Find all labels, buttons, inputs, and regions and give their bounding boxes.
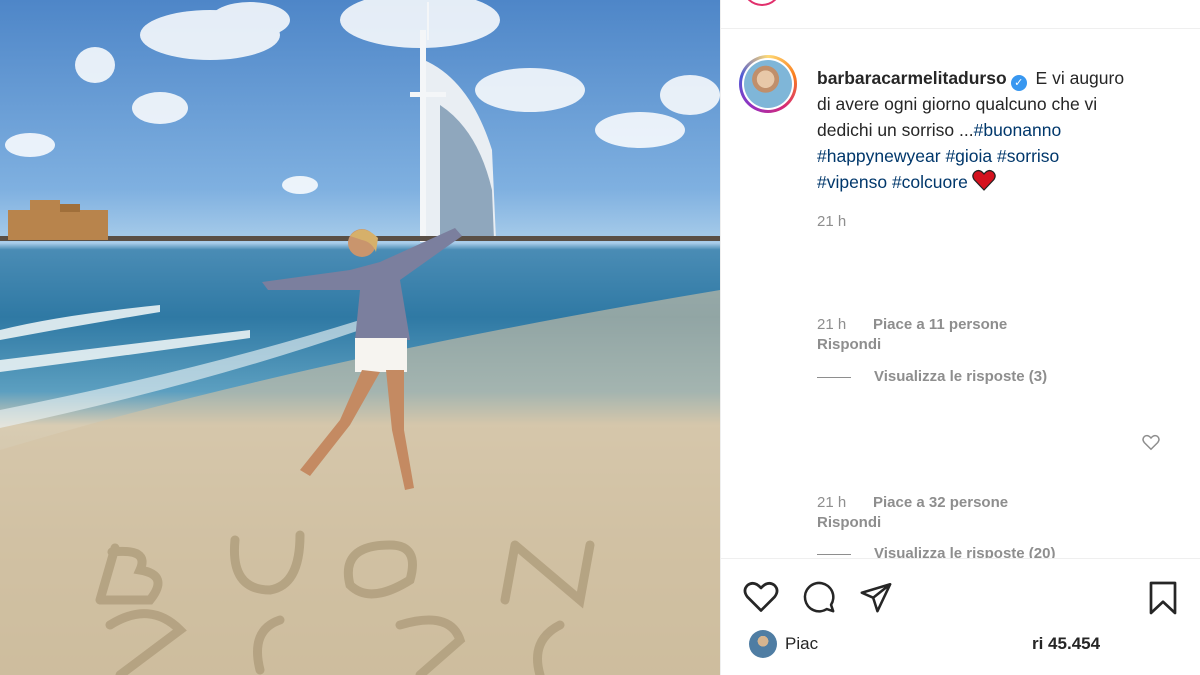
beach-scene-illustration: [0, 0, 720, 675]
hashtag-gioia[interactable]: #gioia: [945, 146, 992, 166]
liker-avatar[interactable]: [749, 630, 777, 658]
comment-1-timestamp[interactable]: 21 h: [817, 316, 846, 333]
comment-icon[interactable]: [802, 580, 836, 614]
replies-divider-line: [817, 554, 851, 555]
caption-line-2: di avere ogni giorno qualcuno che vi: [817, 94, 1098, 114]
hashtag-sorriso[interactable]: #sorriso: [997, 146, 1059, 166]
comment-2-timestamp[interactable]: 21 h: [817, 494, 846, 511]
post-photo[interactable]: [0, 0, 720, 675]
comment-like-heart-icon[interactable]: [1142, 434, 1160, 451]
avatar-photo: [744, 60, 792, 108]
actions-divider: [721, 558, 1200, 559]
comment-1-likes[interactable]: Piace a 11 persone: [873, 316, 1007, 333]
header-avatar[interactable]: [743, 0, 781, 6]
comment-1-view-replies[interactable]: Visualizza le risposte (3): [874, 368, 1047, 385]
comment-2-reply-button[interactable]: Rispondi: [817, 514, 881, 531]
clouds: [5, 0, 720, 194]
post-timestamp[interactable]: 21 h: [817, 213, 846, 230]
hashtag-colcuore[interactable]: #colcuore: [892, 172, 968, 192]
heart-icon[interactable]: [743, 580, 779, 614]
bookmark-icon[interactable]: [1148, 580, 1178, 616]
post-caption: barbaracarmelitadurso ✓ E vi auguro di av…: [817, 65, 1172, 195]
share-icon[interactable]: [859, 580, 893, 614]
comment-2-view-replies[interactable]: Visualizza le risposte (20): [874, 545, 1055, 558]
hashtag-vipenso[interactable]: #vipenso: [817, 172, 887, 192]
likes-prefix-text: Piac: [785, 634, 819, 653]
post-details-panel: barbaracarmelitadurso ✓ E vi auguro di av…: [720, 0, 1200, 675]
verified-badge-icon: ✓: [1010, 75, 1027, 91]
author-username[interactable]: barbaracarmelitadurso: [817, 68, 1007, 88]
caption-line-3: dedichi un sorriso ...: [817, 120, 974, 140]
hashtag-buonanno[interactable]: #buonanno: [974, 120, 1062, 140]
likes-summary[interactable]: Piac ri 45.454: [749, 630, 1179, 658]
hashtag-happynewyear[interactable]: #happynewyear: [817, 146, 941, 166]
likes-count[interactable]: ri 45.454: [1032, 634, 1100, 654]
red-heart-emoji-icon: [972, 169, 996, 191]
comment-2-likes[interactable]: Piace a 32 persone: [873, 494, 1008, 511]
comments-section[interactable]: barbaracarmelitadurso ✓ E vi auguro di av…: [721, 29, 1200, 558]
caption-line-1: E vi auguro: [1035, 68, 1125, 88]
replies-divider-line: [817, 377, 851, 378]
comment-1-reply-button[interactable]: Rispondi: [817, 336, 881, 353]
author-avatar[interactable]: [739, 55, 797, 113]
